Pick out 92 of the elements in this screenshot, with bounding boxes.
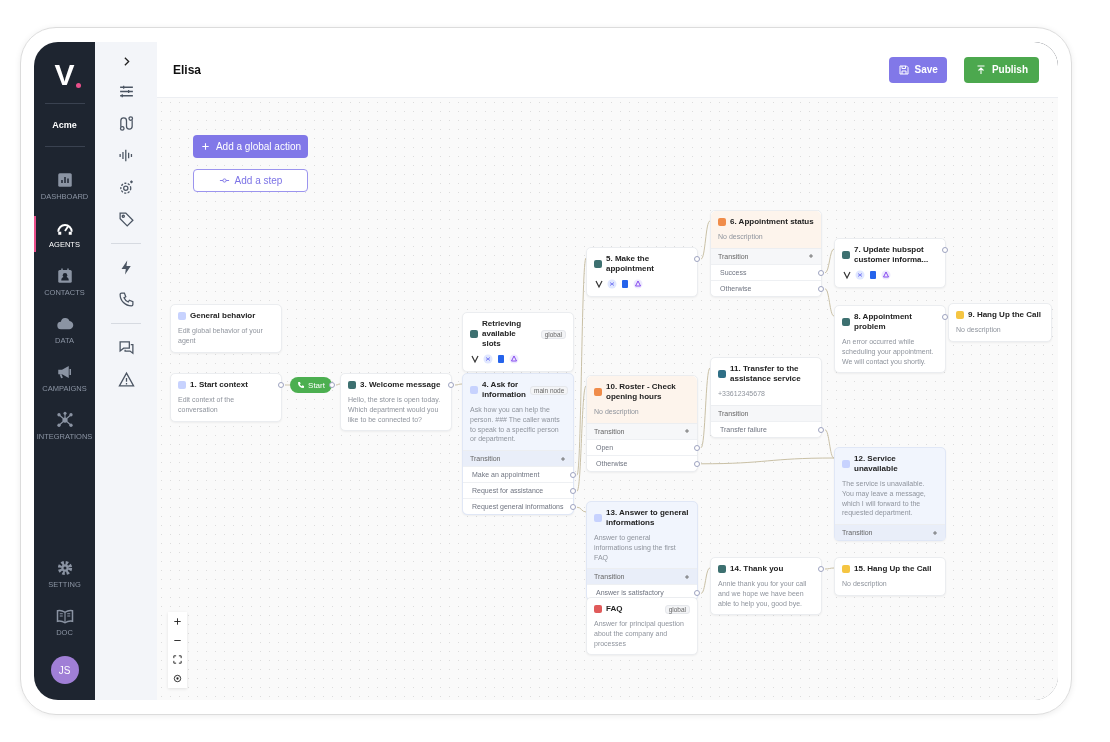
warning-icon[interactable] [117,371,135,388]
connector-port[interactable] [694,256,700,262]
tool-icon [509,354,519,364]
plus-icon[interactable] [932,529,938,536]
plus-icon[interactable] [808,253,814,260]
route-icon[interactable] [117,115,135,132]
node-title: 15. Hang Up the Call [854,564,933,574]
tool-icon [470,354,480,364]
node-title: 4. Ask for information [482,380,526,400]
connector-port[interactable] [448,382,454,388]
node-title: 6. Appointment status [730,217,814,227]
save-button[interactable]: Save [888,56,947,83]
connector-port[interactable] [818,285,824,292]
node-title: 7. Update hubspot customer informa... [854,245,930,265]
plus-icon[interactable] [684,573,690,580]
tool-icon [496,354,506,364]
sparkle-icon [75,83,81,88]
connector-line [824,248,835,274]
target-icon [172,673,183,684]
connector-port[interactable] [694,444,700,451]
plus-icon [172,616,183,627]
node-title: 10. Roster - Check opening hours [606,382,677,402]
connector-line [824,288,835,317]
node-title: 14. Thank you [730,564,785,574]
connector-line [700,220,711,260]
user-avatar[interactable]: JS [50,656,79,684]
node-title: 3. Welcome message [360,380,442,390]
tool-icon [881,270,891,280]
connector-line [284,384,291,386]
node-title: 8. Appointment problem [854,312,913,332]
network-icon [55,411,74,429]
id-card-icon [55,267,74,285]
node-title: Retrieving available slots [482,319,523,349]
step-icon [218,175,230,186]
sliders-icon[interactable] [117,83,135,100]
gear-icon[interactable] [117,179,135,196]
waveform-icon[interactable] [117,147,135,164]
app-logo: V [54,58,75,92]
connector-port[interactable] [694,460,700,467]
tool-icon [607,279,617,289]
start-pill[interactable]: Start [290,377,332,393]
connector-port[interactable] [570,488,576,495]
publish-button[interactable]: Publish [963,56,1039,83]
dashboard-icon [55,171,74,189]
connector-port[interactable] [570,504,576,511]
connector-port[interactable] [942,247,948,253]
connector-line [824,567,835,570]
connector-port[interactable] [329,382,335,388]
add-global-action-button[interactable]: Add a global action [193,135,308,158]
zoom-in-button[interactable] [168,612,187,631]
node-title: 1. Start context [190,380,249,390]
node-title: General behavior [190,311,257,321]
connector-port[interactable] [818,566,824,572]
node-title: 11. Transfer to the assistance service [730,364,802,384]
tool-icon [868,270,878,280]
connector-port[interactable] [570,472,576,479]
chat-icon[interactable] [117,339,135,356]
phone-icon[interactable] [117,291,135,308]
book-icon [55,607,74,625]
node-title: 5. Make the appointment [606,254,655,274]
connector-line [335,383,341,386]
tool-icon [633,279,643,289]
plus-icon [199,141,211,152]
tool-icon [855,270,865,280]
node-title: FAQ [606,604,624,614]
node-title: 9. Hang Up the Call [968,310,1042,320]
tool-icon [594,279,604,289]
tool-icon [842,270,852,280]
flow-node[interactable]: 5. Make the appointment [586,247,698,297]
page-title: Elisa [173,62,202,77]
connector-line [700,567,711,594]
connector-port[interactable] [818,269,824,276]
flow-node[interactable] [462,373,574,516]
tool-icon [483,354,493,364]
megaphone-icon [55,363,74,381]
connector-line [454,383,463,386]
plus-icon[interactable] [684,428,690,435]
tool-icon [620,279,630,289]
plus-icon[interactable] [560,455,566,462]
add-step-button[interactable]: Add a step [193,169,308,192]
connector-port[interactable] [818,426,824,433]
node-title: 12. Service unavailable [854,454,899,474]
workspace-name: Acme [52,119,77,132]
tag-icon[interactable] [117,211,135,228]
node-title: 13. Answer to general informations [606,508,690,528]
center-view-button[interactable] [168,669,187,688]
flow-node[interactable]: 7. Update hubspot customer informa... [834,238,946,288]
fullscreen-icon [172,654,183,665]
connector-line [576,506,587,513]
phone-icon [297,381,306,389]
connector-port[interactable] [694,590,700,597]
connector-port[interactable] [278,382,284,388]
